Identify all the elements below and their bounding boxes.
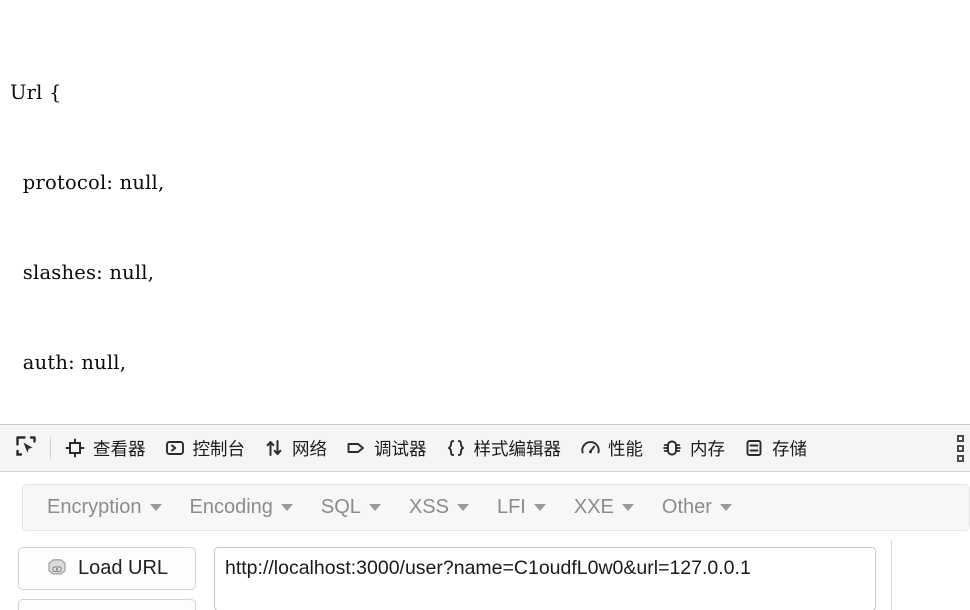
element-picker-button[interactable] — [6, 425, 46, 471]
devtools-tab-performance[interactable]: 性能 — [570, 425, 652, 471]
network-icon — [263, 437, 285, 459]
hackbar-menubar: Encryption Encoding SQL XSS LFI XXE Othe… — [22, 484, 970, 531]
devtools-toolbar: 查看器 控制台 网络 调试器 样式编辑器 性能 内存 存储 — [0, 424, 970, 472]
output-line: slashes: null, — [10, 261, 155, 284]
devtools-tab-label: 存储 — [772, 439, 807, 460]
chevron-down-icon — [533, 504, 546, 511]
devtools-tab-label: 查看器 — [93, 439, 146, 460]
output-line: protocol: null, — [10, 171, 165, 194]
split-url-button[interactable] — [18, 599, 196, 610]
page-output-text: Url { protocol: null, slashes: null, aut… — [0, 0, 970, 422]
hackbar-panel: Encryption Encoding SQL XSS LFI XXE Othe… — [0, 473, 970, 610]
hackbar-menu-label: XSS — [408, 496, 449, 518]
overflow-menu-icon — [956, 444, 964, 452]
hackbar-menu-sql[interactable]: SQL — [309, 491, 393, 524]
hackbar-menu-xxe[interactable]: XXE — [562, 491, 646, 524]
load-url-button[interactable]: Load URL — [18, 547, 196, 590]
hackbar-menu-other[interactable]: Other — [650, 491, 744, 524]
browser-window: Url { protocol: null, slashes: null, aut… — [0, 0, 970, 610]
devtools-tab-storage[interactable]: 存储 — [734, 425, 816, 471]
devtools-tab-label: 网络 — [292, 439, 327, 460]
performance-icon — [579, 437, 601, 459]
devtools-tab-console[interactable]: 控制台 — [155, 425, 255, 471]
hackbar-menu-label: Encryption — [47, 496, 142, 518]
hackbar-body: Load URL — [0, 540, 970, 610]
overflow-menu-icon — [956, 454, 964, 462]
hackbar-menu-label: LFI — [496, 496, 526, 518]
devtools-tab-style-editor[interactable]: 样式编辑器 — [436, 425, 571, 471]
devtools-tab-label: 性能 — [608, 439, 643, 460]
overflow-menu-icon — [956, 434, 964, 442]
element-picker-icon — [14, 434, 38, 463]
debugger-icon — [345, 437, 367, 459]
devtools-tab-network[interactable]: 网络 — [254, 425, 336, 471]
devtools-tab-label: 样式编辑器 — [473, 439, 562, 460]
hackbar-action-column: Load URL — [0, 540, 214, 610]
url-input[interactable] — [214, 547, 876, 610]
console-icon — [164, 437, 186, 459]
chevron-down-icon — [719, 504, 732, 511]
devtools-tab-debugger[interactable]: 调试器 — [336, 425, 436, 471]
chevron-down-icon — [149, 504, 162, 511]
chevron-down-icon — [368, 504, 381, 511]
load-url-button-label: Load URL — [77, 557, 169, 579]
memory-icon — [661, 437, 683, 459]
inspector-icon — [64, 437, 86, 459]
hackbar-menu-label: Encoding — [189, 496, 273, 518]
devtools-tab-label: 控制台 — [192, 439, 246, 460]
output-line: Url { — [10, 81, 62, 104]
style-editor-icon — [445, 437, 467, 459]
hackbar-menu-encoding[interactable]: Encoding — [178, 491, 305, 524]
hackbar-menu-encryption[interactable]: Encryption — [35, 491, 174, 524]
chevron-down-icon — [456, 504, 469, 511]
storage-icon — [743, 437, 765, 459]
devtools-tab-memory[interactable]: 内存 — [652, 425, 734, 471]
hackbar-vertical-divider — [891, 540, 892, 610]
load-url-icon — [46, 556, 68, 582]
devtools-tab-label: 内存 — [690, 439, 725, 460]
hackbar-menu-xss[interactable]: XSS — [397, 491, 481, 524]
hackbar-menu-lfi[interactable]: LFI — [485, 491, 558, 524]
hackbar-menu-label: Other — [661, 496, 712, 518]
devtools-tab-label: 调试器 — [374, 439, 427, 460]
devtools-tab-inspector[interactable]: 查看器 — [55, 425, 155, 471]
toolbar-separator — [50, 437, 51, 459]
hackbar-menu-label: SQL — [320, 496, 361, 518]
hackbar-menu-label: XXE — [573, 496, 614, 518]
chevron-down-icon — [621, 504, 634, 511]
hackbar-url-wrapper — [214, 540, 970, 610]
chevron-down-icon — [280, 504, 293, 511]
output-line: auth: null, — [10, 351, 127, 374]
devtools-overflow-button[interactable] — [950, 424, 970, 472]
